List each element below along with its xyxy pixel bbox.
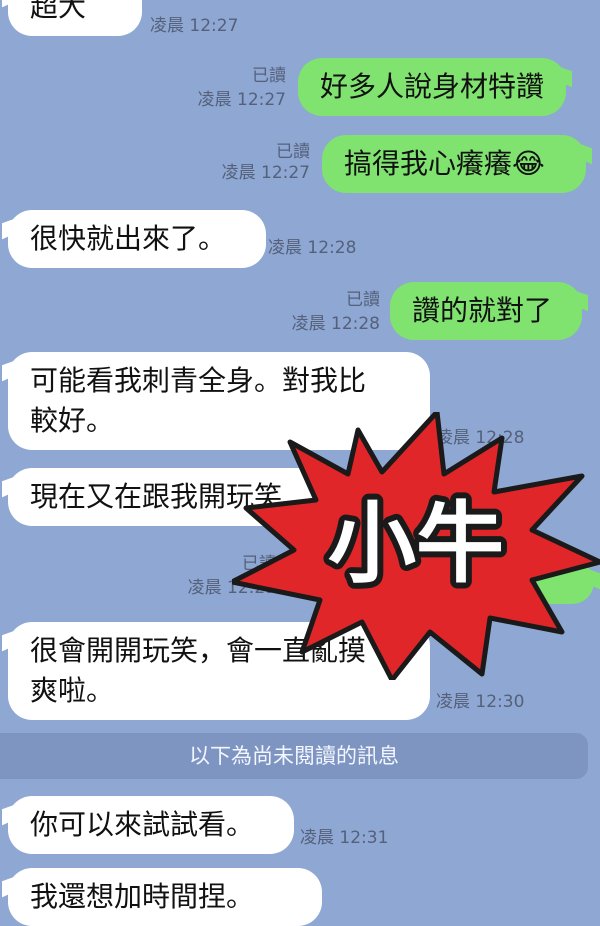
burst-sticker: 小牛 bbox=[232, 412, 600, 680]
message-time: 凌晨 12:31 bbox=[300, 828, 389, 848]
message-bubble[interactable]: 搞得我心癢癢😂 bbox=[322, 135, 586, 193]
message-bubble[interactable]: 讚的就對了 bbox=[390, 282, 582, 340]
read-receipt: 已讀 bbox=[276, 142, 310, 162]
message-time: 凌晨 12:28 bbox=[291, 314, 380, 334]
message-bubble[interactable]: 好多人說身材特讚 bbox=[298, 58, 566, 116]
message-bubble[interactable]: 我還想加時間捏。 bbox=[8, 868, 322, 926]
sticker-label: 小牛 bbox=[328, 492, 504, 595]
read-receipt: 已讀 bbox=[252, 66, 286, 86]
message-bubble[interactable]: 你可以來試試看。 bbox=[8, 796, 294, 854]
unread-divider: 以下為尚未閱讀的訊息 bbox=[0, 733, 588, 779]
message-time: 凌晨 12:30 bbox=[436, 692, 525, 712]
message-time: 凌晨 12:27 bbox=[150, 16, 239, 36]
message-bubble[interactable]: 很快就出來了。 bbox=[8, 210, 266, 268]
message-line: 可能看我刺青全身。對我比 bbox=[30, 364, 367, 397]
read-receipt: 已讀 bbox=[346, 290, 380, 310]
message-time: 凌晨 12:27 bbox=[197, 90, 286, 110]
message-bubble[interactable]: 超大 bbox=[8, 0, 142, 36]
message-time: 凌晨 12:27 bbox=[221, 163, 310, 183]
message-time: 凌晨 12:28 bbox=[268, 238, 357, 258]
